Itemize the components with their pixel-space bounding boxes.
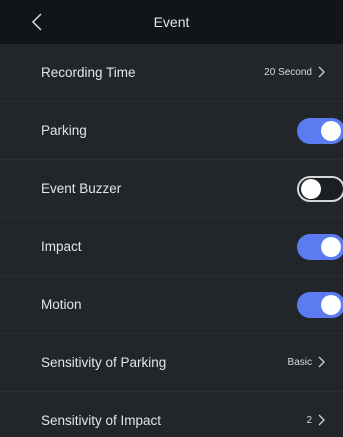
event-buzzer-toggle[interactable] (297, 176, 343, 202)
page-title: Event (153, 14, 190, 30)
motion-toggle[interactable] (297, 292, 343, 318)
chevron-right-icon (318, 414, 325, 426)
sensitivity-of-parking-value: Basic (287, 357, 312, 368)
header-bar: Event (0, 0, 343, 44)
event-settings-screen: Event Recording Time 20 Second Parking E… (0, 0, 343, 437)
chevron-left-icon (31, 13, 42, 31)
impact-label: Impact (41, 239, 82, 254)
toggle-knob (321, 121, 341, 141)
impact-row: Impact (0, 218, 343, 276)
recording-time-value: 20 Second (264, 67, 312, 78)
sensitivity-of-impact-row[interactable]: Sensitivity of Impact 2 (0, 392, 343, 437)
toggle-knob (321, 237, 341, 257)
back-button[interactable] (26, 8, 50, 36)
impact-toggle[interactable] (297, 234, 343, 260)
parking-toggle[interactable] (297, 118, 343, 144)
chevron-right-icon (318, 356, 325, 368)
sensitivity-of-parking-row[interactable]: Sensitivity of Parking Basic (0, 334, 343, 392)
sensitivity-of-parking-value-group: Basic (288, 334, 325, 392)
parking-row: Parking (0, 102, 343, 160)
recording-time-value-group: 20 Second (264, 44, 325, 102)
motion-label: Motion (41, 297, 82, 312)
sensitivity-of-impact-value-group: 2 (306, 392, 325, 437)
recording-time-row[interactable]: Recording Time 20 Second (0, 44, 343, 102)
parking-label: Parking (41, 123, 87, 138)
toggle-knob (301, 179, 321, 199)
chevron-right-icon (318, 66, 325, 78)
event-buzzer-row: Event Buzzer (0, 160, 343, 218)
event-buzzer-label: Event Buzzer (41, 181, 122, 196)
toggle-knob (321, 295, 341, 315)
settings-list: Recording Time 20 Second Parking Event B… (0, 44, 343, 437)
recording-time-label: Recording Time (41, 65, 136, 80)
motion-row: Motion (0, 276, 343, 334)
sensitivity-of-impact-value: 2 (306, 415, 312, 426)
sensitivity-of-impact-label: Sensitivity of Impact (41, 413, 162, 428)
sensitivity-of-parking-label: Sensitivity of Parking (41, 355, 167, 370)
